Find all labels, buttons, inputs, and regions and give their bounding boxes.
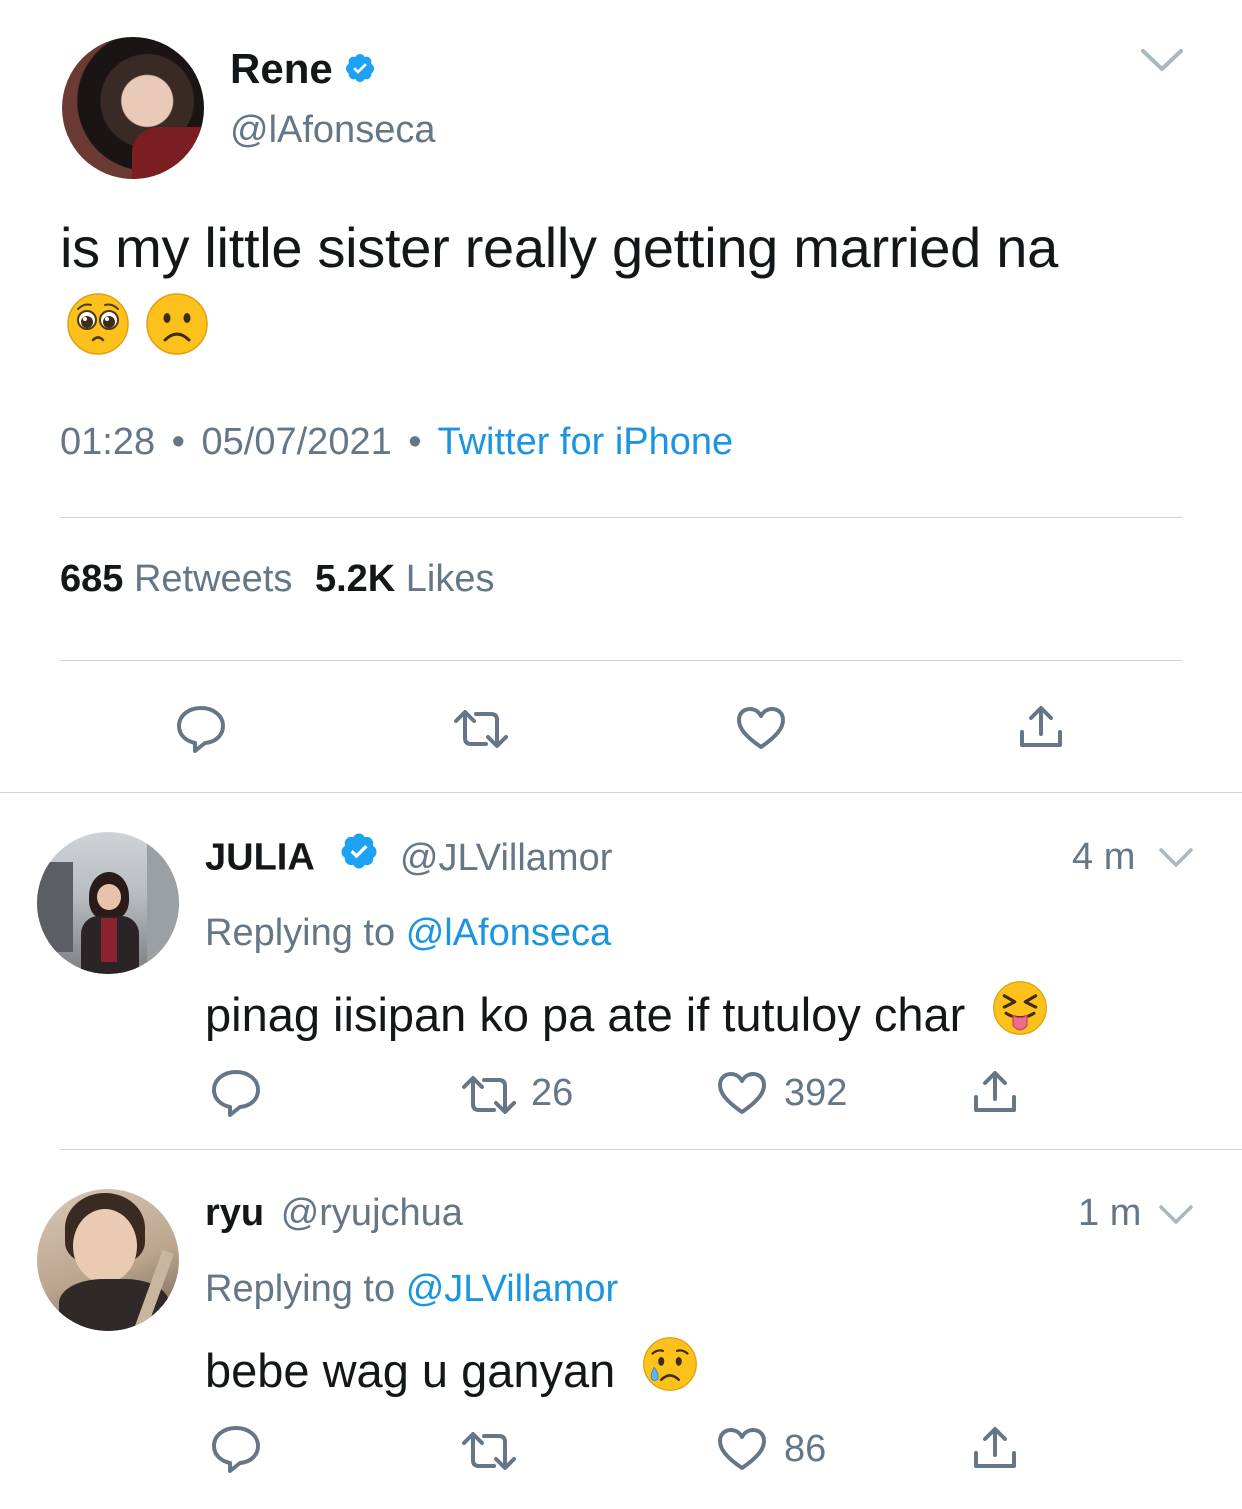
reply-text: bebe wag u ganyan [205, 1343, 616, 1397]
reply-age: 4 m [1072, 836, 1136, 878]
divider [60, 660, 1182, 661]
replying-prefix: Replying to [205, 912, 396, 954]
reply-icon[interactable] [210, 1068, 262, 1118]
likes-label: Likes [405, 558, 495, 600]
verified-icon [344, 52, 376, 89]
retweet-icon[interactable] [460, 1074, 518, 1116]
tweet-meta: 01:28 • 05/07/2021 • Twitter for iPhone [60, 420, 733, 464]
replying-to: Replying to @lAfonseca [205, 910, 611, 956]
reply-text-row: pinag iisipan ko pa ate if tutuloy char [205, 981, 1048, 1053]
reply-header: ryu @ryujchua [205, 1190, 463, 1236]
separator-dot: • [171, 421, 185, 463]
heart-icon[interactable] [735, 705, 787, 751]
chevron-down-icon[interactable] [1158, 1204, 1194, 1226]
tweet-time: 01:28 [60, 421, 156, 463]
reply-text: pinag iisipan ko pa ate if tutuloy char [205, 987, 966, 1041]
avatar[interactable] [37, 832, 179, 974]
handle[interactable]: @lAfonseca [230, 108, 435, 152]
reply-age: 1 m [1078, 1192, 1142, 1234]
avatar[interactable] [37, 1189, 179, 1331]
pleading-face-icon [66, 292, 130, 361]
likes-count: 5.2K [314, 558, 396, 600]
tweet-stats: 685 Retweets 5.2K Likes [60, 557, 495, 601]
share-icon[interactable] [972, 1069, 1018, 1115]
replying-to-link[interactable]: @lAfonseca [406, 912, 611, 954]
chevron-down-icon[interactable] [1158, 847, 1194, 869]
like-count: 86 [784, 1428, 827, 1470]
chevron-down-icon[interactable] [1140, 48, 1184, 74]
crying-face-icon [642, 1336, 698, 1405]
retweet-count: 26 [531, 1072, 574, 1114]
tweet-source-link[interactable]: Twitter for iPhone [437, 421, 733, 463]
section-divider [0, 792, 1242, 793]
reply-icon[interactable] [175, 704, 227, 754]
squinting-face-with-tongue-icon [992, 980, 1048, 1049]
replying-to: Replying to @JLVillamor [205, 1266, 618, 1312]
retweets-stat[interactable]: 685 Retweets [60, 558, 303, 600]
replying-to-link[interactable]: @JLVillamor [406, 1268, 618, 1310]
tweet-date: 05/07/2021 [201, 421, 392, 463]
avatar[interactable] [62, 37, 204, 179]
replying-prefix: Replying to [205, 1268, 396, 1310]
heart-icon[interactable] [716, 1426, 768, 1472]
slightly-frowning-face-icon [145, 292, 209, 361]
heart-icon[interactable] [716, 1070, 768, 1116]
display-name[interactable]: ryu [205, 1192, 264, 1234]
retweets-count: 685 [60, 558, 124, 600]
share-icon[interactable] [972, 1425, 1018, 1471]
retweet-icon[interactable] [452, 708, 510, 750]
reply-text-row: bebe wag u ganyan [205, 1337, 698, 1409]
likes-stat[interactable]: 5.2K Likes [315, 558, 495, 600]
display-name[interactable]: JULIA [205, 837, 315, 879]
section-divider [60, 1149, 1242, 1150]
handle[interactable]: @ryujchua [281, 1192, 463, 1234]
retweets-label: Retweets [133, 558, 293, 600]
divider [60, 517, 1182, 518]
retweet-icon[interactable] [460, 1430, 518, 1472]
reply-icon[interactable] [210, 1424, 262, 1474]
display-name[interactable]: Rene [230, 45, 333, 93]
verified-icon [339, 831, 379, 882]
handle[interactable]: @JLVillamor [400, 837, 612, 879]
reply-header: JULIA @JLVillamor [205, 831, 612, 885]
like-count: 392 [784, 1072, 848, 1114]
share-icon[interactable] [1018, 704, 1064, 750]
separator-dot: • [408, 421, 422, 463]
tweet-text: is my little sister really getting marri… [60, 216, 1058, 279]
